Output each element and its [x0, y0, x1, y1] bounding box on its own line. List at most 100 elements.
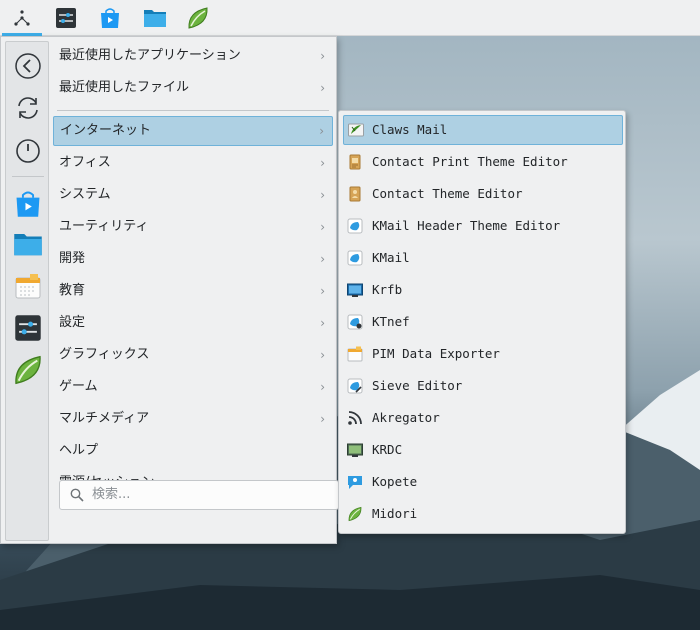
app-label: Krfb — [372, 282, 403, 297]
favorites-separator — [12, 176, 44, 177]
fav-system-settings[interactable] — [12, 312, 44, 344]
chevron-right-icon: › — [319, 124, 324, 138]
app-midori[interactable]: Midori — [343, 499, 623, 529]
fav-midori[interactable] — [12, 354, 44, 386]
category-system[interactable]: システム › — [53, 180, 333, 210]
system-settings-icon — [56, 8, 76, 28]
app-launcher-icon — [14, 10, 30, 26]
category-label: マルチメディア — [59, 411, 150, 426]
category-label: 開発 — [59, 251, 86, 266]
app-pim-data-exporter[interactable]: PIM Data Exporter — [343, 339, 623, 369]
category-label: 教育 — [59, 283, 86, 298]
app-sieve-editor[interactable]: Sieve Editor — [343, 371, 623, 401]
contact-theme-icon — [349, 186, 361, 202]
pim-data-icon — [15, 274, 41, 299]
category-internet[interactable]: インターネット › — [53, 116, 333, 146]
app-label: Akregator — [372, 410, 440, 425]
category-utilities[interactable]: ユーティリティ › — [53, 212, 333, 242]
app-akregator[interactable]: Akregator — [343, 403, 623, 433]
category-office[interactable]: オフィス › — [53, 148, 333, 178]
midori-browser-icon — [15, 355, 41, 385]
power-button[interactable] — [12, 134, 44, 166]
category-recent-apps[interactable]: 最近使用したアプリケーション › — [53, 41, 333, 71]
chevron-right-icon: › — [320, 348, 325, 362]
menu-separator — [57, 110, 329, 111]
app-label: Contact Print Theme Editor — [372, 154, 568, 169]
kopete-icon — [348, 476, 362, 489]
app-label: KRDC — [372, 442, 403, 457]
category-label: オフィス — [59, 155, 111, 170]
category-label: 最近使用したアプリケーション — [59, 48, 241, 63]
chevron-right-icon: › — [320, 412, 325, 426]
chevron-right-icon: › — [320, 380, 325, 394]
category-label: ユーティリティ — [59, 219, 149, 234]
discover-store-icon — [101, 8, 119, 28]
contact-print-icon — [349, 154, 361, 170]
app-kmail-header-theme-editor[interactable]: KMail Header Theme Editor — [343, 211, 623, 241]
chevron-right-icon: › — [320, 220, 325, 234]
kmail-icon — [347, 250, 363, 266]
app-label: PIM Data Exporter — [372, 346, 500, 361]
krdc-icon — [347, 443, 363, 457]
app-kopete[interactable]: Kopete — [343, 467, 623, 497]
krfb-icon — [347, 283, 363, 297]
refresh-icon — [18, 97, 38, 119]
ktnef-icon — [347, 314, 363, 330]
task-midori[interactable] — [184, 4, 212, 32]
category-label: インターネット — [60, 123, 152, 138]
category-label: システム — [59, 187, 111, 202]
app-krfb[interactable]: Krfb — [343, 275, 623, 305]
fav-file-manager[interactable] — [12, 228, 44, 260]
rss-feed-icon — [348, 411, 362, 425]
app-label: Sieve Editor — [372, 378, 463, 393]
back-button[interactable] — [12, 50, 44, 82]
chevron-right-icon: › — [320, 49, 325, 63]
internet-submenu: Claws Mail Contact Print Theme Editor Co… — [338, 110, 626, 534]
folder-icon — [144, 10, 166, 27]
app-claws-mail[interactable]: Claws Mail — [343, 115, 623, 145]
pim-data-icon — [347, 346, 363, 362]
task-file-manager[interactable] — [141, 4, 169, 32]
category-label: ゲーム — [59, 379, 98, 394]
category-help[interactable]: ヘルプ — [53, 436, 333, 466]
chevron-right-icon: › — [320, 188, 325, 202]
refresh-button[interactable] — [12, 92, 44, 124]
task-discover[interactable] — [96, 4, 124, 32]
app-label: Contact Theme Editor — [372, 186, 523, 201]
claws-mail-icon — [348, 123, 364, 137]
favorites-bar — [5, 41, 49, 541]
discover-store-icon — [16, 191, 40, 217]
app-ktnef[interactable]: KTnef — [343, 307, 623, 337]
category-games[interactable]: ゲーム › — [53, 372, 333, 402]
app-contact-print-theme-editor[interactable]: Contact Print Theme Editor — [343, 147, 623, 177]
category-graphics[interactable]: グラフィックス › — [53, 340, 333, 370]
category-multimedia[interactable]: マルチメディア › — [53, 404, 333, 434]
category-recent-files[interactable]: 最近使用したファイル › — [53, 73, 333, 103]
back-arrow-icon — [15, 53, 41, 79]
app-kmail[interactable]: KMail — [343, 243, 623, 273]
fav-discover[interactable] — [12, 188, 44, 220]
search-icon — [70, 488, 84, 502]
category-education[interactable]: 教育 › — [53, 276, 333, 306]
power-icon — [16, 139, 40, 163]
search-input[interactable]: 検索... — [92, 481, 130, 509]
task-system-settings[interactable] — [52, 4, 80, 32]
sieve-editor-icon — [347, 378, 363, 394]
app-label: Claws Mail — [372, 122, 448, 137]
system-settings-icon — [15, 315, 41, 341]
search-field[interactable]: 検索... — [59, 480, 339, 510]
category-development[interactable]: 開発 › — [53, 244, 333, 274]
folder-icon — [14, 234, 42, 256]
category-settings[interactable]: 設定 › — [53, 308, 333, 338]
app-launcher-button[interactable] — [2, 4, 42, 36]
app-label: KMail Header Theme Editor — [372, 218, 561, 233]
chevron-right-icon: › — [320, 316, 325, 330]
app-contact-theme-editor[interactable]: Contact Theme Editor — [343, 179, 623, 209]
chevron-right-icon: › — [320, 156, 325, 170]
kmail-header-icon — [347, 218, 363, 234]
midori-browser-icon — [188, 7, 208, 29]
app-krdc[interactable]: KRDC — [343, 435, 623, 465]
top-panel — [0, 0, 700, 36]
fav-pim-data-exporter[interactable] — [12, 270, 44, 302]
app-label: KMail — [372, 250, 410, 265]
